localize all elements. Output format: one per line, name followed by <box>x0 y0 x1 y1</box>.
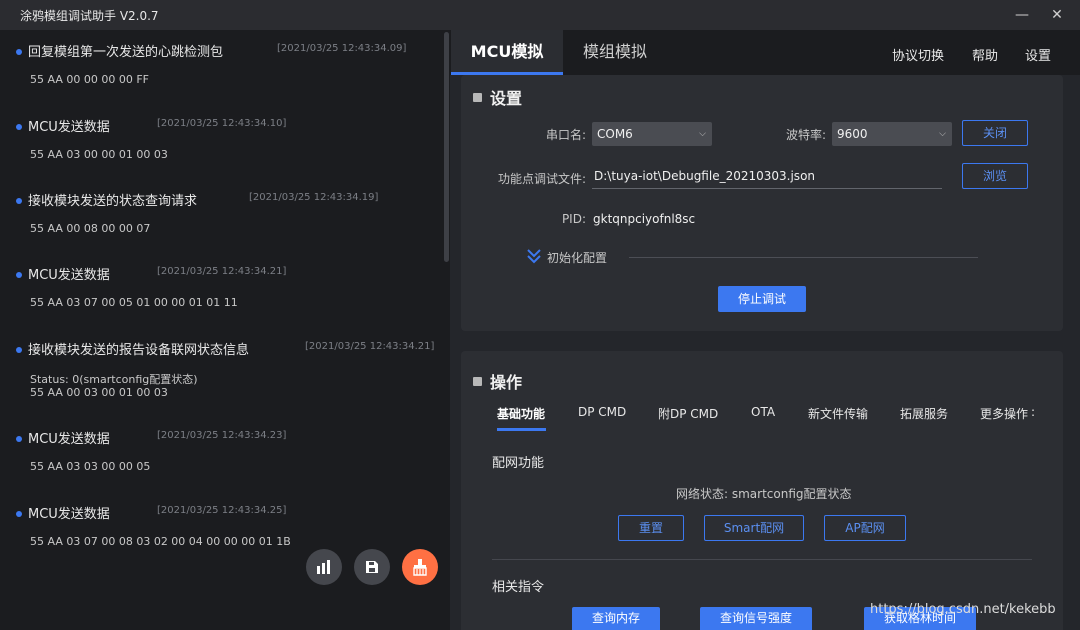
ap-config-button[interactable]: AP配网 <box>824 515 906 541</box>
log-timestamp: [2021/03/25 12:43:34.25] <box>157 505 287 516</box>
smart-config-button[interactable]: Smart配网 <box>704 515 804 541</box>
operations-header: 操作 <box>473 369 522 393</box>
log-title: 接收模块发送的报告设备联网状态信息 <box>28 343 250 358</box>
log-scrollbar[interactable] <box>444 32 449 262</box>
subtab-ota[interactable]: OTA <box>751 405 775 419</box>
query-signal-button[interactable]: 查询信号强度 <box>700 607 812 630</box>
log-title: MCU发送数据 <box>28 268 110 283</box>
log-timestamp: [2021/03/25 12:43:34.23] <box>157 430 287 441</box>
operation-subtabs: 基础功能 DP CMD 附DP CMD OTA 新文件传输 拓展服务 更多操作 … <box>497 405 1037 435</box>
top-nav: MCU模拟 模组模拟 协议切换 帮助 设置 <box>450 30 1080 75</box>
bullet-dot <box>16 511 22 517</box>
port-select[interactable]: COM6 ⌵ <box>592 122 712 146</box>
log-timestamp: [2021/03/25 12:43:34.21] <box>305 341 435 352</box>
port-value: COM6 <box>597 127 633 141</box>
log-timestamp: [2021/03/25 12:43:34.09] <box>277 43 407 54</box>
settings-card: 设置 串口名: COM6 ⌵ 波特率: 9600 ⌵ 关闭 功能点调试文件: D… <box>461 75 1063 331</box>
clear-log-button[interactable] <box>402 549 438 585</box>
log-title: MCU发送数据 <box>28 507 110 522</box>
settings-title: 设置 <box>490 89 523 108</box>
browse-button[interactable]: 浏览 <box>962 163 1028 189</box>
operations-title: 操作 <box>490 373 523 392</box>
bullet-dot <box>16 436 22 442</box>
log-data: 55 AA 00 03 00 01 00 03 <box>30 386 168 399</box>
watermark-url: https://blog.csdn.net/kekebb <box>870 602 1056 617</box>
stop-debug-button[interactable]: 停止调试 <box>718 286 806 312</box>
close-window-button[interactable]: ✕ <box>1046 4 1068 26</box>
close-port-button[interactable]: 关闭 <box>962 120 1028 146</box>
tab-module-simulation[interactable]: 模组模拟 <box>563 30 667 75</box>
subtab-file-transfer[interactable]: 新文件传输 <box>808 405 868 422</box>
log-data: 55 AA 00 08 00 00 07 <box>30 222 151 235</box>
help-link[interactable]: 帮助 <box>972 45 998 64</box>
log-title: 接收模块发送的状态查询请求 <box>28 194 198 209</box>
hexagon-icon <box>473 377 482 386</box>
broom-icon <box>413 559 427 576</box>
network-status: 网络状态: smartconfig配置状态 <box>676 487 852 501</box>
double-chevron-down-icon[interactable] <box>526 248 546 266</box>
log-title: 回复模组第一次发送的心跳检测包 <box>28 45 224 60</box>
log-data: 55 AA 03 00 00 01 00 03 <box>30 148 168 161</box>
bullet-dot <box>16 198 22 204</box>
chevron-down-icon: ⌵ <box>699 129 706 139</box>
chevron-down-icon: ⌵ <box>939 129 946 139</box>
log-data: 55 AA 03 03 00 00 05 <box>30 460 151 473</box>
chart-button[interactable] <box>306 549 342 585</box>
divider <box>629 257 978 258</box>
pid-value: gktqnpciyofnl8sc <box>593 212 696 226</box>
log-data: 55 AA 03 07 00 08 03 02 00 04 00 00 00 0… <box>30 535 291 548</box>
log-title: MCU发送数据 <box>28 432 110 447</box>
bullet-dot <box>16 124 22 130</box>
reset-button[interactable]: 重置 <box>618 515 684 541</box>
window-title: 涂鸦模组调试助手 V2.0.7 <box>20 9 159 23</box>
file-label: 功能点调试文件: <box>497 172 586 186</box>
tab-mcu-simulation[interactable]: MCU模拟 <box>451 30 563 75</box>
operations-card: 操作 基础功能 DP CMD 附DP CMD OTA 新文件传输 拓展服务 更多… <box>461 351 1063 630</box>
title-bar: 涂鸦模组调试助手 V2.0.7 — ✕ <box>0 0 1080 30</box>
pid-label: PID: <box>561 212 586 226</box>
save-icon <box>366 561 378 573</box>
debug-file-input[interactable]: D:\tuya-iot\Debugfile_20210303.json <box>592 165 942 189</box>
baud-label: 波特率: <box>785 128 826 142</box>
bar-chart-icon <box>317 560 330 574</box>
bullet-dot <box>16 49 22 55</box>
related-commands-title: 相关指令 <box>492 580 545 595</box>
port-label: 串口名: <box>545 128 586 142</box>
hexagon-icon <box>473 93 482 102</box>
log-panel[interactable]: 回复模组第一次发送的心跳检测包 [2021/03/25 12:43:34.09]… <box>0 30 450 630</box>
log-timestamp: [2021/03/25 12:43:34.19] <box>249 192 379 203</box>
settings-link[interactable]: 设置 <box>1025 45 1051 64</box>
divider <box>492 559 1032 560</box>
log-timestamp: [2021/03/25 12:43:34.21] <box>157 266 287 277</box>
bullet-dot <box>16 272 22 278</box>
baud-select[interactable]: 9600 ⌵ <box>832 122 952 146</box>
more-indicator: : <box>1031 405 1036 419</box>
subtab-sub-dp-cmd[interactable]: 附DP CMD <box>658 405 718 422</box>
subtab-dp-cmd[interactable]: DP CMD <box>578 405 626 419</box>
network-section-title: 配网功能 <box>492 456 545 471</box>
subtab-extended[interactable]: 拓展服务 <box>900 405 948 422</box>
protocol-switch-link[interactable]: 协议切换 <box>892 45 944 64</box>
subtab-basic[interactable]: 基础功能 <box>497 405 545 422</box>
bullet-dot <box>16 347 22 353</box>
log-timestamp: [2021/03/25 12:43:34.10] <box>157 118 287 129</box>
main-panel: MCU模拟 模组模拟 协议切换 帮助 设置 设置 串口名: COM6 ⌵ 波特率… <box>450 30 1080 630</box>
log-title: MCU发送数据 <box>28 120 110 135</box>
log-data: 55 AA 03 07 00 05 01 00 00 01 01 11 <box>30 296 238 309</box>
init-config-toggle[interactable]: 初始化配置 <box>547 249 607 266</box>
settings-header: 设置 <box>473 85 522 109</box>
minimize-button[interactable]: — <box>1011 4 1033 26</box>
subtab-more[interactable]: 更多操作 <box>980 405 1028 422</box>
query-memory-button[interactable]: 查询内存 <box>572 607 660 630</box>
active-tab-indicator <box>497 428 546 431</box>
save-button[interactable] <box>354 549 390 585</box>
log-status: Status: 0(smartconfig配置状态) <box>30 373 198 386</box>
log-data: 55 AA 00 00 00 00 FF <box>30 73 149 86</box>
baud-value: 9600 <box>837 127 868 141</box>
